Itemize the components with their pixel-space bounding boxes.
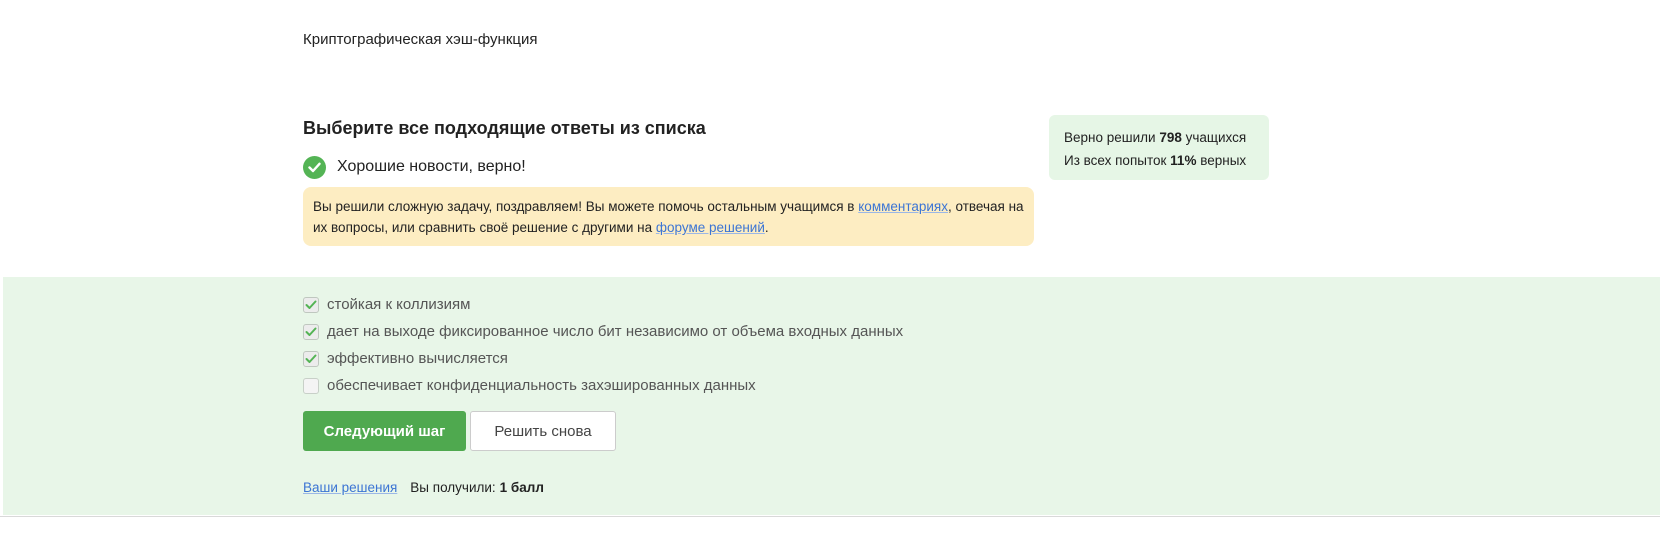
score-value: 1 балл bbox=[499, 480, 544, 495]
stats-attempts: Из всех попыток 11% верных bbox=[1064, 149, 1254, 172]
answer-list: стойкая к коллизиям дает на выходе фикси… bbox=[303, 291, 903, 399]
stats-solved: Верно решили 798 учащихся bbox=[1064, 126, 1254, 149]
next-step-button[interactable]: Следующий шаг bbox=[303, 411, 466, 451]
solutions-forum-link[interactable]: форуме решений bbox=[656, 220, 765, 235]
notice-text-3: . bbox=[764, 220, 769, 235]
answers-area: стойкая к коллизиям дает на выходе фикси… bbox=[3, 277, 1660, 515]
answer-option[interactable]: обеспечивает конфиденциальность захэширо… bbox=[303, 372, 903, 399]
success-notice: Вы решили сложную задачу, поздравляем! В… bbox=[303, 187, 1034, 246]
stats-solved-prefix: Верно решили bbox=[1064, 130, 1156, 145]
notice-text-1: Вы решили сложную задачу, поздравляем! В… bbox=[313, 199, 855, 214]
feedback-row: Хорошие новости, верно! bbox=[303, 155, 526, 179]
feedback-text: Хорошие новости, верно! bbox=[337, 158, 526, 175]
divider bbox=[0, 516, 1660, 517]
answer-option[interactable]: стойкая к коллизиям bbox=[303, 291, 903, 318]
action-buttons: Следующий шаг Решить снова bbox=[303, 411, 616, 451]
answer-label: дает на выходе фиксированное число бит н… bbox=[327, 323, 904, 340]
answer-label: обеспечивает конфиденциальность захэширо… bbox=[327, 377, 756, 394]
comments-link[interactable]: комментариях bbox=[858, 199, 948, 214]
checkbox-checked-icon[interactable] bbox=[303, 350, 319, 367]
checkbox-checked-icon[interactable] bbox=[303, 323, 319, 340]
stats-box: Верно решили 798 учащихся Из всех попыто… bbox=[1049, 115, 1269, 180]
question-text: Криптографическая хэш-функция bbox=[303, 31, 538, 48]
stats-solved-count: 798 bbox=[1159, 130, 1182, 145]
retry-button[interactable]: Решить снова bbox=[470, 411, 616, 451]
submission-footer: Ваши решения Вы получили: 1 балл bbox=[303, 480, 544, 495]
stats-attempts-prefix: Из всех попыток bbox=[1064, 153, 1167, 168]
check-circle-icon bbox=[303, 155, 326, 179]
task-title: Выберите все подходящие ответы из списка bbox=[303, 118, 706, 138]
stats-solved-suffix: учащихся bbox=[1185, 130, 1247, 145]
answer-option[interactable]: дает на выходе фиксированное число бит н… bbox=[303, 318, 903, 345]
checkbox-empty-icon[interactable] bbox=[303, 377, 319, 394]
score-prefix: Вы получили: bbox=[410, 480, 496, 495]
checkbox-checked-icon[interactable] bbox=[303, 296, 319, 313]
answer-label: стойкая к коллизиям bbox=[327, 296, 471, 313]
your-solutions-link[interactable]: Ваши решения bbox=[303, 480, 397, 495]
step-page: Криптографическая хэш-функция Выберите в… bbox=[0, 0, 1660, 549]
stats-attempts-percent: 11% bbox=[1170, 153, 1197, 168]
answer-option[interactable]: эффективно вычисляется bbox=[303, 345, 903, 372]
stats-attempts-suffix: верных bbox=[1200, 153, 1247, 168]
answer-label: эффективно вычисляется bbox=[327, 350, 508, 367]
